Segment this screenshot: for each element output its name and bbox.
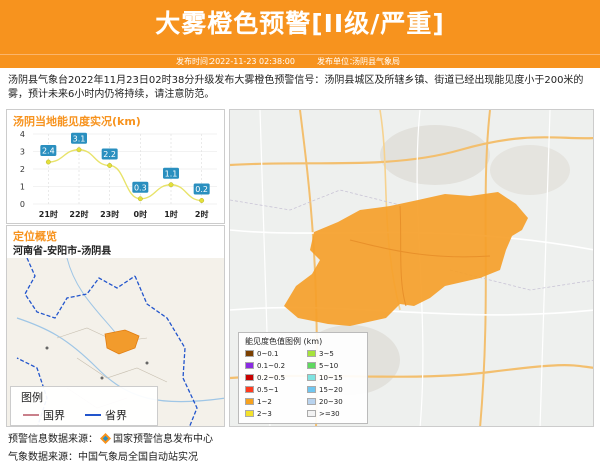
publish-time: 2022-11-23 02:38:00 bbox=[210, 57, 295, 66]
publish-info-bar: 发布时间： 2022-11-23 02:38:00 发布单位： 汤阴县气象局 bbox=[0, 54, 600, 68]
legend-item: 2~3 bbox=[245, 410, 272, 419]
legend-swatch bbox=[245, 362, 254, 369]
legend-item: 0.5~1 bbox=[245, 386, 278, 395]
alert-header: 大雾橙色预警[II级/严重] bbox=[0, 0, 600, 54]
legend-item: >=30 bbox=[307, 410, 340, 419]
y-tick-label: 4 bbox=[20, 130, 25, 139]
legend-national-border-label: 国界 bbox=[43, 409, 65, 422]
province-border-line bbox=[85, 414, 101, 416]
data-label: 2.4 bbox=[42, 147, 55, 156]
legend-swatch bbox=[245, 374, 254, 381]
visibility-panel: 汤阴当地能见度实况(km) 0 1 2 3 4 21时 22时 23时 0时 1时 2时 2.4 3.1… bbox=[6, 109, 225, 224]
legend-swatch bbox=[307, 374, 316, 381]
alert-source-label: 预警信息数据来源： bbox=[8, 434, 98, 445]
legend-swatch bbox=[245, 386, 254, 393]
y-tick-label: 2 bbox=[20, 165, 25, 174]
legend-item: 3~5 bbox=[307, 350, 334, 359]
legend-item-label: 3~5 bbox=[319, 350, 334, 358]
legend-province-border: 省界 bbox=[85, 407, 127, 423]
data-point bbox=[199, 198, 205, 203]
legend-swatch bbox=[307, 410, 316, 417]
data-point bbox=[137, 196, 143, 202]
legend-item: 15~20 bbox=[307, 386, 343, 395]
legend-item-label: >=30 bbox=[319, 410, 340, 418]
legend-national-border: 国界 bbox=[23, 407, 65, 423]
legend-title: 能见度色值图例 (km) bbox=[245, 337, 323, 346]
data-label: 1.1 bbox=[165, 169, 178, 178]
data-point bbox=[45, 159, 51, 165]
alert-source: 预警信息数据来源： 国家预警信息发布中心 bbox=[8, 433, 213, 447]
location-legend: 图例 国界 省界 bbox=[10, 386, 158, 426]
alert-title: 大雾橙色预警[II级/严重] bbox=[155, 9, 445, 38]
legend-item-label: 2~3 bbox=[257, 410, 272, 418]
weather-source: 气象数据来源：中国气象局全国自动站实况 bbox=[8, 451, 198, 465]
legend-swatch bbox=[307, 386, 316, 393]
legend-swatch bbox=[307, 398, 316, 405]
x-tick-label: 21时 bbox=[39, 209, 58, 219]
visibility-chart: 0 1 2 3 4 21时 22时 23时 0时 1时 2时 2.4 3.1 2.2 0.3 1.1 0.2 bbox=[20, 130, 217, 219]
legend-item-label: 5~10 bbox=[319, 362, 339, 370]
publish-unit: 汤阴县气象局 bbox=[352, 57, 400, 66]
legend-item-label: 1~2 bbox=[257, 398, 272, 406]
national-border-line bbox=[23, 414, 39, 416]
x-tick-label: 22时 bbox=[69, 209, 88, 219]
x-tick-label: 23时 bbox=[100, 209, 119, 219]
legend-item-label: 0.2~0.5 bbox=[257, 374, 286, 382]
legend-province-border-label: 省界 bbox=[105, 409, 127, 422]
location-path: 河南省-安阳市-汤阴县 bbox=[13, 246, 112, 257]
x-tick-label: 0时 bbox=[134, 209, 148, 219]
y-tick-label: 3 bbox=[20, 148, 25, 157]
data-label: 0.2 bbox=[195, 185, 208, 194]
data-label: 0.3 bbox=[134, 183, 147, 192]
legend-swatch bbox=[307, 350, 316, 357]
data-label: 2.2 bbox=[103, 150, 116, 159]
legend-item-label: 10~15 bbox=[319, 374, 343, 382]
visibility-map[interactable]: 能见度色值图例 (km) 0~0.1 0.1~0.2 0.2~0.5 0.5~1… bbox=[229, 109, 594, 427]
legend-swatch bbox=[307, 362, 316, 369]
legend-item: 0.1~0.2 bbox=[245, 362, 285, 371]
data-label: 3.1 bbox=[73, 134, 86, 143]
x-tick-label: 1时 bbox=[164, 209, 178, 219]
legend-swatch bbox=[245, 410, 254, 417]
publish-unit-label: 发布单位： bbox=[317, 57, 357, 66]
data-point bbox=[168, 182, 174, 188]
legend-item-label: 0.1~0.2 bbox=[257, 362, 286, 370]
alert-source-name[interactable]: 国家预警信息发布中心 bbox=[113, 434, 213, 445]
data-point bbox=[76, 147, 82, 153]
legend-item: 10~15 bbox=[307, 374, 343, 383]
y-tick-label: 0 bbox=[20, 200, 25, 209]
y-tick-label: 1 bbox=[20, 183, 25, 192]
legend-item: 1~2 bbox=[245, 398, 272, 407]
legend-item-label: 15~20 bbox=[319, 386, 343, 394]
visibility-color-legend: 能见度色值图例 (km) 0~0.1 0.1~0.2 0.2~0.5 0.5~1… bbox=[238, 332, 368, 424]
weather-source-name: 中国气象局全国自动站实况 bbox=[78, 452, 198, 463]
legend-item-label: 0.5~1 bbox=[257, 386, 279, 394]
alert-description: 汤阴县气象台2022年11月23日02时38分升级发布大雾橙色预警信号：汤阴县城… bbox=[8, 75, 584, 100]
weather-source-label: 气象数据来源： bbox=[8, 452, 78, 463]
location-legend-title: 图例 bbox=[21, 391, 43, 404]
legend-item-label: 20~30 bbox=[319, 398, 343, 406]
legend-swatch bbox=[245, 350, 254, 357]
legend-item-label: 0~0.1 bbox=[257, 350, 279, 358]
legend-item: 5~10 bbox=[307, 362, 338, 371]
x-tick-label: 2时 bbox=[195, 209, 209, 219]
legend-swatch bbox=[245, 398, 254, 405]
legend-item: 0.2~0.5 bbox=[245, 374, 285, 383]
warning-center-logo-icon bbox=[100, 433, 111, 444]
legend-item: 20~30 bbox=[307, 398, 343, 407]
location-panel: 定位概览 河南省-安阳市-汤阴县 图例 国界 省界 bbox=[6, 225, 225, 427]
data-point bbox=[107, 163, 113, 168]
legend-item: 0~0.1 bbox=[245, 350, 278, 359]
